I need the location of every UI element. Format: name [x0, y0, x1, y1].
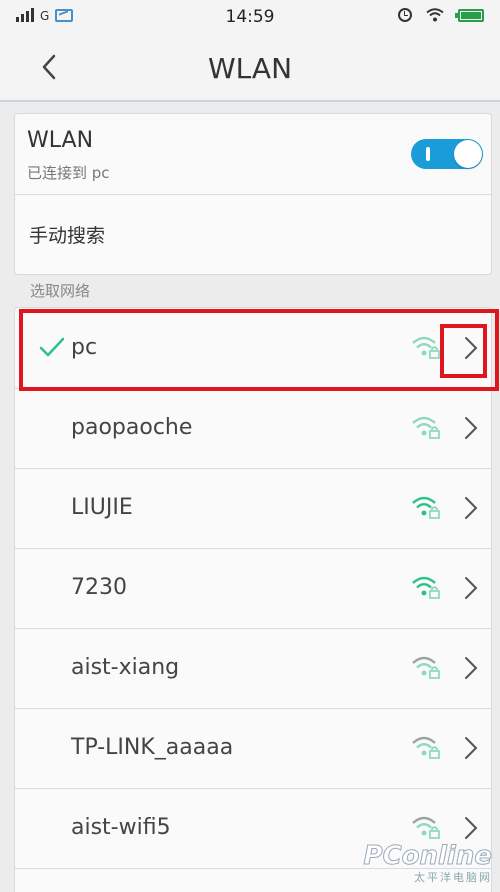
wifi-lock-icon: [412, 736, 440, 759]
chevron-right-icon[interactable]: [461, 814, 481, 842]
chevron-left-icon: [42, 54, 56, 80]
wifi-lock-icon: [412, 496, 440, 519]
network-row[interactable]: aist-wifi5: [15, 788, 491, 869]
network-ssid: TP-LINK_aaaaa: [71, 735, 234, 760]
chevron-right-icon[interactable]: [461, 654, 481, 682]
back-button[interactable]: [30, 48, 70, 88]
manual-search-label: 手动搜索: [29, 225, 106, 247]
network-ssid: 7230: [71, 575, 127, 600]
status-right: [398, 8, 484, 22]
network-ssid: aist-xiang: [71, 655, 180, 680]
chevron-right-icon[interactable]: [461, 414, 481, 442]
battery-icon: [455, 8, 484, 22]
status-bar: G 14:59: [0, 0, 500, 36]
network-row[interactable]: pc: [15, 308, 491, 389]
check-icon: [39, 337, 65, 357]
wifi-lock-icon: [412, 416, 440, 439]
network-ssid: LIUJIE: [71, 495, 133, 520]
wifi-lock-icon: [412, 816, 440, 839]
toggle-on-indicator: [426, 147, 430, 161]
chevron-right-icon[interactable]: [461, 334, 481, 362]
chevron-right-icon[interactable]: [461, 734, 481, 762]
network-row[interactable]: paopaoche: [15, 388, 491, 469]
wlan-label: WLAN: [27, 128, 94, 153]
wlan-toggle-row: WLAN 已连接到 pc: [15, 114, 491, 195]
manual-search-row[interactable]: 手动搜索: [15, 195, 491, 274]
page-title: WLAN: [207, 52, 293, 85]
wlan-settings-card: WLAN 已连接到 pc 手动搜索: [14, 113, 492, 275]
alarm-icon: [398, 8, 412, 22]
wifi-lock-icon: [412, 576, 440, 599]
network-list: pc paopaoche LIUJIE 7230 aist-xiang TP-L…: [14, 307, 492, 892]
networks-section-label: 选取网络: [30, 282, 91, 300]
network-row[interactable]: aist-xiang: [15, 628, 491, 709]
wlan-toggle[interactable]: [411, 139, 483, 169]
network-row[interactable]: TP-LINK_aaaaa: [15, 708, 491, 789]
chevron-right-icon[interactable]: [461, 574, 481, 602]
network-ssid: aist-wifi5: [71, 815, 171, 840]
wifi-status-icon: [426, 8, 444, 22]
wlan-connection-status: 已连接到 pc: [27, 164, 110, 182]
network-ssid: paopaoche: [71, 415, 193, 440]
header: WLAN: [0, 36, 500, 102]
network-row[interactable]: LIUJIE: [15, 468, 491, 549]
chevron-right-icon[interactable]: [461, 494, 481, 522]
network-row[interactable]: 7230: [15, 548, 491, 629]
wifi-lock-icon: [412, 336, 440, 359]
toggle-knob: [454, 140, 482, 168]
network-ssid: pc: [71, 335, 98, 360]
wifi-lock-icon: [412, 656, 440, 679]
